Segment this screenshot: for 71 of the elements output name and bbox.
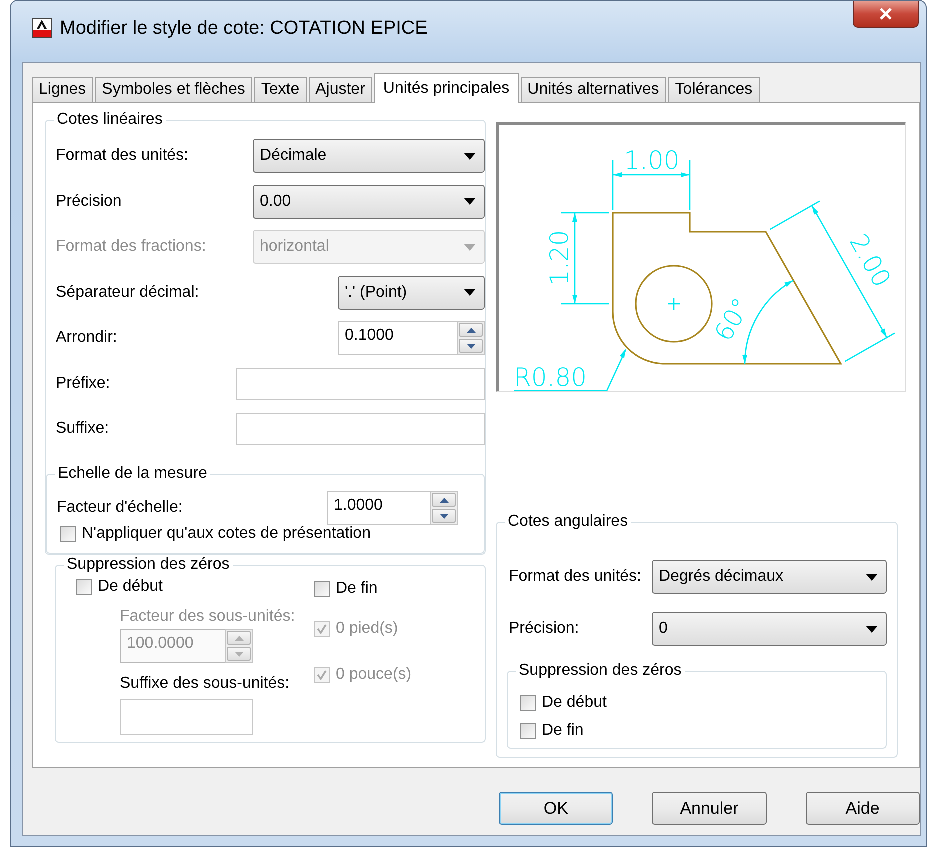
checkbox-label[interactable]: N'appliquer qu'aux cotes de présentation — [82, 525, 371, 543]
up-arrow-icon — [466, 328, 476, 332]
caret-icon — [464, 198, 476, 205]
up-arrow-icon — [234, 636, 244, 640]
tab[interactable]: Texte — [254, 77, 307, 102]
group-title: Suppression des zéros — [64, 556, 233, 574]
dialog-button[interactable]: OK — [499, 792, 614, 825]
checkbox[interactable] — [76, 579, 92, 595]
spin-up-button[interactable] — [459, 323, 483, 337]
group-title: Suppression des zéros — [516, 662, 685, 680]
field-label: Arrondir: — [56, 329, 118, 347]
dropdown[interactable]: Décimale — [253, 139, 485, 173]
checkbox[interactable] — [60, 526, 76, 542]
caret-icon — [866, 574, 878, 580]
checkbox[interactable] — [520, 723, 536, 739]
tab[interactable]: Unités alternatives — [520, 77, 666, 102]
checkbox-label[interactable]: De début — [98, 578, 163, 596]
dropdown[interactable]: 0.00 — [253, 184, 485, 218]
dropdown[interactable]: 0 — [652, 612, 887, 646]
field-label: Format des unités: — [56, 147, 188, 165]
dimension-label: 1.20 — [545, 230, 574, 286]
checkbox-label[interactable]: De fin — [542, 722, 584, 740]
down-arrow-icon — [440, 514, 448, 518]
center-mark-icon — [668, 298, 680, 310]
spin-down-button[interactable] — [432, 509, 456, 523]
checkbox-label[interactable]: De début — [542, 694, 607, 712]
caret-icon — [464, 152, 476, 160]
up-arrow-icon — [440, 498, 448, 502]
text-field[interactable] — [236, 368, 485, 400]
window-title: Modifier le style de cote: COTATION EPICE — [60, 18, 429, 40]
checkbox[interactable] — [314, 581, 330, 597]
spin-up-button[interactable] — [432, 493, 456, 507]
field-label: Suffixe des sous-unités: — [120, 675, 291, 693]
checkbox-label[interactable]: De fin — [336, 580, 378, 598]
dimension-label: 60° — [709, 293, 756, 346]
caret-icon — [464, 289, 476, 296]
tab[interactable]: Unités principales — [374, 73, 519, 103]
field-label: Facteur des sous-unités: — [120, 608, 296, 626]
field-label: Suffixe: — [56, 420, 110, 438]
down-arrow-icon — [234, 652, 244, 656]
dropdown[interactable]: '.' (Point) — [338, 276, 485, 310]
dropdown[interactable]: Degrés décimaux — [652, 560, 887, 594]
caret-icon — [464, 244, 476, 250]
checkbox[interactable] — [520, 695, 536, 711]
number-field[interactable]: 0.1000 — [338, 321, 457, 355]
field-label: Format des unités: — [509, 568, 642, 586]
field-label: Précision — [56, 192, 122, 210]
text-field[interactable] — [120, 699, 253, 735]
dimension-label: 1.00 — [624, 146, 680, 175]
down-arrow-icon — [466, 344, 476, 348]
field-label: Séparateur décimal: — [56, 284, 200, 302]
dimension-label: 2.00 — [844, 229, 897, 292]
field-label: Format des fractions: — [56, 238, 206, 256]
text-field[interactable] — [236, 413, 485, 445]
close-icon — [879, 8, 893, 20]
dialog-button[interactable]: Aide — [806, 792, 920, 825]
tab[interactable]: Symboles et flèches — [95, 77, 252, 102]
tab[interactable]: Ajuster — [308, 77, 372, 102]
field-label: Facteur d'échelle: — [57, 499, 183, 517]
dialog-button[interactable]: Annuler — [652, 792, 767, 825]
spin-down-button[interactable] — [459, 339, 483, 353]
number-field[interactable]: 1.0000 — [327, 491, 430, 525]
close-button[interactable] — [853, 1, 919, 28]
dimension-label: R0.80 — [514, 363, 588, 391]
tab[interactable]: Lignes — [32, 77, 94, 102]
caret-icon — [866, 626, 878, 632]
group-title: Cotes angulaires — [505, 513, 632, 531]
tab[interactable]: Tolérances — [668, 77, 760, 102]
field-label: Précision: — [509, 620, 580, 638]
app-icon — [32, 18, 52, 38]
field-label: Préfixe: — [56, 374, 110, 392]
